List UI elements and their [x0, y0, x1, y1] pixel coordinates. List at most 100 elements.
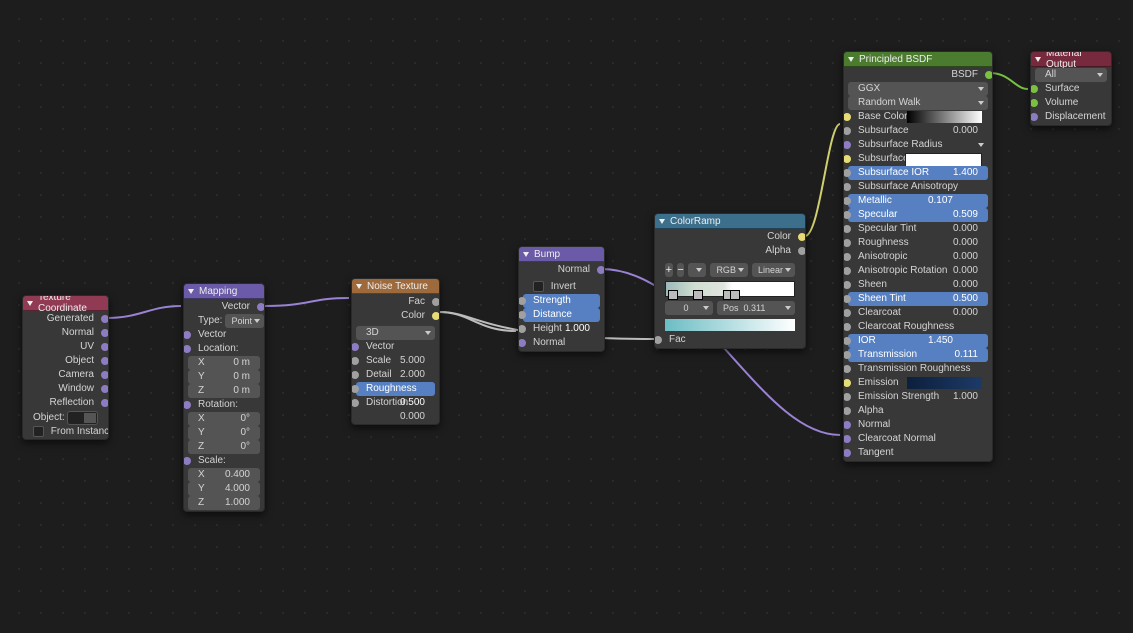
from-instancer-checkbox[interactable] [33, 426, 44, 437]
param-row[interactable]: Specular Tint0.000 [848, 222, 988, 236]
node-material-output[interactable]: Material Output All SurfaceVolumeDisplac… [1030, 51, 1112, 126]
node-bump[interactable]: Bump Normal Invert Strength1.000 Distanc… [518, 246, 605, 352]
input-emission[interactable]: Emission [848, 376, 988, 390]
input-subsurface-color[interactable]: Subsurface Color [848, 152, 988, 166]
output-vector[interactable]: Vector [188, 300, 260, 314]
input-fac[interactable]: Fac [659, 333, 801, 347]
param-row[interactable]: Detail2.000 [356, 368, 435, 382]
node-texture-coordinate[interactable]: Texture Coordinate GeneratedNormalUVObje… [22, 295, 109, 440]
ramp-stop[interactable] [693, 290, 703, 300]
target-select[interactable]: All [1035, 68, 1107, 82]
ramp-stop[interactable] [730, 290, 740, 300]
output-generated[interactable]: Generated [27, 312, 104, 326]
param-row[interactable]: Sheen0.000 [848, 278, 988, 292]
ramp-stop[interactable] [668, 290, 678, 300]
param-row[interactable]: Specular0.509 [848, 208, 988, 222]
axis-field[interactable]: X0 m [188, 356, 260, 370]
input-base-color[interactable]: Base Color [848, 110, 988, 124]
axis-field[interactable]: Z0 m [188, 384, 260, 398]
input-vector[interactable]: Vector [188, 328, 260, 342]
output-bsdf[interactable]: BSDF [848, 68, 988, 82]
collapse-icon[interactable] [188, 289, 194, 294]
stop-index[interactable]: 0 [665, 301, 713, 315]
output-color[interactable]: Color [659, 230, 801, 244]
rgb-select[interactable]: RGB [710, 263, 748, 277]
collapse-icon[interactable] [27, 301, 33, 306]
param-row[interactable]: Sheen Tint0.500 [848, 292, 988, 306]
collapse-icon[interactable] [1035, 57, 1041, 62]
param-row[interactable]: Subsurface IOR1.400 [848, 166, 988, 180]
input-vector[interactable]: Vector [356, 340, 435, 354]
node-header[interactable]: Mapping [184, 284, 264, 299]
axis-field[interactable]: Y4.000 [188, 482, 260, 496]
output-camera[interactable]: Camera [27, 368, 104, 382]
add-stop-button[interactable]: + [665, 263, 673, 277]
input-subsurface-radius[interactable]: Subsurface Radius [848, 138, 988, 152]
param-row[interactable]: Anisotropic0.000 [848, 250, 988, 264]
node-mapping[interactable]: Mapping Vector Type: Point Vector Locati… [183, 283, 265, 512]
object-dropper[interactable] [67, 411, 98, 425]
node-header[interactable]: Principled BSDF [844, 52, 992, 67]
param-row[interactable]: Anisotropic Rotation0.000 [848, 264, 988, 278]
param-row[interactable]: IOR1.450 [848, 334, 988, 348]
collapse-icon[interactable] [523, 252, 529, 257]
param-row[interactable]: Metallic0.107 [848, 194, 988, 208]
output-color[interactable]: Color [356, 309, 435, 323]
node-noise-texture[interactable]: Noise Texture Fac Color 3D Vector Scale5… [351, 278, 440, 425]
input-normal[interactable]: Normal [848, 418, 988, 432]
dimensions-select[interactable]: 3D [356, 326, 435, 340]
param-row[interactable]: Scale5.000 [356, 354, 435, 368]
param-row[interactable]: Subsurface0.000 [848, 124, 988, 138]
node-principled-bsdf[interactable]: Principled BSDF BSDF GGX Random Walk Bas… [843, 51, 993, 462]
remove-stop-button[interactable]: − [677, 263, 685, 277]
node-header[interactable]: ColorRamp [655, 214, 805, 229]
output-object[interactable]: Object [27, 354, 104, 368]
input-volume[interactable]: Volume [1035, 96, 1107, 110]
input-surface[interactable]: Surface [1035, 82, 1107, 96]
output-normal[interactable]: Normal [523, 263, 600, 277]
sss-method-select[interactable]: Random Walk [848, 96, 988, 110]
input-normal[interactable]: Normal [523, 336, 600, 350]
output-normal[interactable]: Normal [27, 326, 104, 340]
param-row[interactable]: Roughness0.000 [848, 236, 988, 250]
interp-select[interactable]: Linear [752, 263, 795, 277]
stop-position[interactable]: Pos 0.311 [717, 301, 795, 315]
param-row[interactable]: Transmission Roughness0.000 [848, 362, 988, 376]
node-header[interactable]: Bump [519, 247, 604, 262]
param-row[interactable]: Clearcoat Roughness0.030 [848, 320, 988, 334]
ramp-menu[interactable] [688, 263, 706, 277]
input-displacement[interactable]: Displacement [1035, 110, 1107, 124]
axis-field[interactable]: Y0 m [188, 370, 260, 384]
output-fac[interactable]: Fac [356, 295, 435, 309]
collapse-icon[interactable] [356, 284, 362, 289]
input-height[interactable]: Height [523, 322, 600, 336]
param-row[interactable]: Clearcoat0.000 [848, 306, 988, 320]
input-clearcoat-normal[interactable]: Clearcoat Normal [848, 432, 988, 446]
output-uv[interactable]: UV [27, 340, 104, 354]
collapse-icon[interactable] [659, 219, 665, 224]
axis-field[interactable]: X0.400 [188, 468, 260, 482]
axis-field[interactable]: X0° [188, 412, 260, 426]
axis-field[interactable]: Z1.000 [188, 496, 260, 510]
node-color-ramp[interactable]: ColorRamp Color Alpha + − RGB Linear 0 P… [654, 213, 806, 349]
input-alpha[interactable]: Alpha [848, 404, 988, 418]
color-ramp-gradient[interactable] [665, 281, 795, 297]
invert-checkbox[interactable] [533, 281, 544, 292]
param-row[interactable]: Distance1.000 [523, 308, 600, 322]
param-row[interactable]: Subsurface Anisotropy0.000 [848, 180, 988, 194]
axis-field[interactable]: Z0° [188, 440, 260, 454]
distribution-select[interactable]: GGX [848, 82, 988, 96]
stop-color-swatch[interactable] [665, 319, 795, 331]
output-alpha[interactable]: Alpha [659, 244, 801, 258]
param-row[interactable]: Strength1.000 [523, 294, 600, 308]
axis-field[interactable]: Y0° [188, 426, 260, 440]
type-select[interactable]: Point [225, 314, 264, 328]
param-row[interactable]: Distortion0.000 [356, 396, 435, 410]
input-emission-strength[interactable]: Emission Strength1.000 [848, 390, 988, 404]
node-header[interactable]: Noise Texture [352, 279, 439, 294]
node-header[interactable]: Texture Coordinate [23, 296, 108, 311]
param-row[interactable]: Roughness0.500 [356, 382, 435, 396]
collapse-icon[interactable] [848, 57, 854, 62]
param-row[interactable]: Transmission0.111 [848, 348, 988, 362]
output-window[interactable]: Window [27, 382, 104, 396]
